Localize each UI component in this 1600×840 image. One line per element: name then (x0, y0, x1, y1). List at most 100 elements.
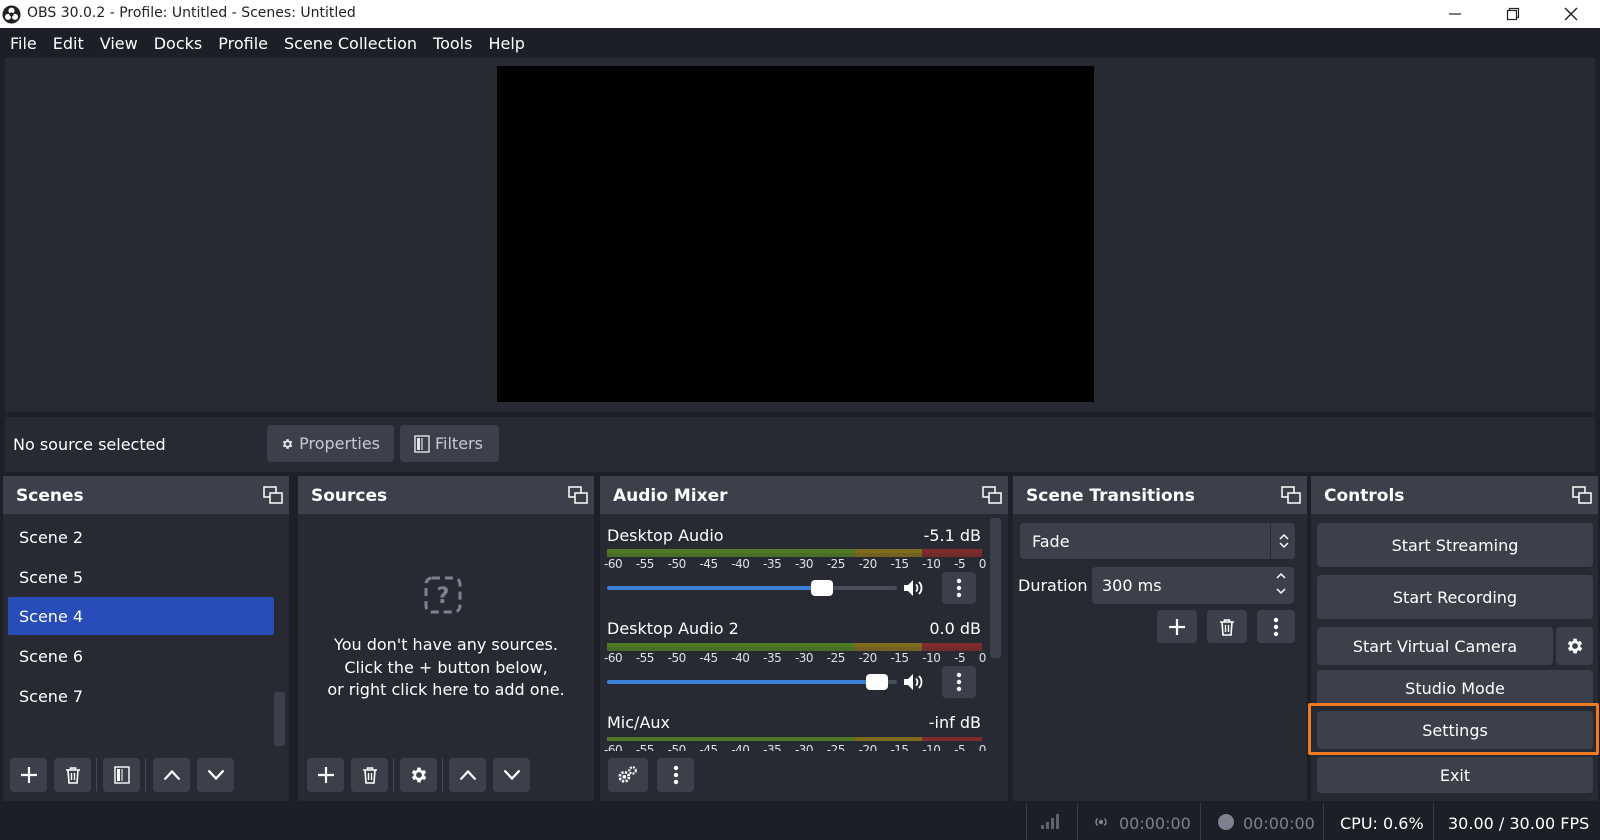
properties-button[interactable]: Properties (267, 425, 394, 462)
studio-mode-button[interactable]: Studio Mode (1317, 670, 1593, 706)
preview-canvas[interactable] (497, 66, 1094, 402)
scene-item-scene-6[interactable]: Scene 6 (8, 637, 274, 675)
filters-label: Filters (435, 434, 483, 453)
chevron-down-icon (207, 769, 224, 781)
undock-icon[interactable] (263, 486, 283, 504)
move-source-down-button[interactable] (493, 758, 530, 792)
scene-item-scene-7[interactable]: Scene 7 (8, 677, 274, 715)
audio-mixer-title: Audio Mixer (613, 486, 728, 506)
meter-tick-label: -45 (699, 557, 718, 571)
scenes-scrollbar[interactable] (274, 692, 285, 746)
trash-icon (65, 767, 80, 784)
meter-tick-label: -5 (954, 743, 966, 751)
undock-icon[interactable] (1281, 486, 1301, 504)
volume-slider[interactable] (607, 674, 897, 690)
status-separator (1077, 803, 1078, 840)
remove-scene-button[interactable] (54, 758, 91, 792)
meter-tick-label: -45 (699, 743, 718, 751)
undock-icon[interactable] (568, 486, 588, 504)
add-scene-button[interactable] (10, 758, 47, 792)
menu-profile[interactable]: Profile (210, 34, 276, 53)
transition-menu-button[interactable] (1257, 610, 1295, 643)
meter-tick-label: -15 (890, 651, 909, 665)
remove-source-button[interactable] (351, 758, 388, 792)
audio-mixer-menu-button[interactable] (657, 758, 694, 792)
toolbar-separator (96, 758, 97, 792)
minimize-button[interactable] (1426, 0, 1484, 28)
exit-button[interactable]: Exit (1317, 757, 1593, 793)
restore-button[interactable] (1484, 0, 1542, 28)
scene-item-scene-5[interactable]: Scene 5 (8, 558, 274, 596)
add-source-button[interactable] (307, 758, 344, 792)
scene-item-scene-4[interactable]: Scene 4 (8, 597, 274, 635)
channel-db: -inf dB (928, 713, 981, 732)
channel-menu-button[interactable] (942, 666, 976, 698)
meter-tick-labels: -60 -55 -50 -45 -40 -35 -30 -25 -20 -15 -10 -5 0 (604, 557, 986, 571)
start-streaming-button[interactable]: Start Streaming (1317, 523, 1593, 567)
spin-down-icon[interactable] (1275, 587, 1287, 596)
scenes-dock-header: Scenes (3, 476, 289, 514)
menu-docks[interactable]: Docks (146, 34, 211, 53)
signal-bars-icon (1041, 814, 1059, 829)
add-transition-button[interactable] (1157, 610, 1197, 643)
meter-tick-label: -50 (667, 743, 687, 751)
meter-tick-label: -20 (858, 651, 878, 665)
start-virtual-camera-button[interactable]: Start Virtual Camera (1317, 627, 1553, 665)
menu-edit[interactable]: Edit (45, 34, 92, 53)
start-recording-button[interactable]: Start Recording (1317, 575, 1593, 619)
status-separator (1433, 803, 1434, 840)
toolbar-separator (145, 758, 146, 792)
close-button[interactable] (1542, 0, 1600, 28)
status-separator (1026, 803, 1027, 840)
remove-transition-button[interactable] (1207, 610, 1247, 643)
source-properties-button[interactable] (400, 758, 437, 792)
meter-tick-label: -25 (826, 557, 846, 571)
move-source-up-button[interactable] (449, 758, 486, 792)
advanced-audio-properties-button[interactable] (608, 758, 648, 792)
menu-scene-collection[interactable]: Scene Collection (276, 34, 425, 53)
virtual-camera-settings-button[interactable] (1556, 627, 1593, 665)
cpu-usage: CPU: 0.6% (1340, 814, 1424, 833)
undock-icon[interactable] (1572, 486, 1592, 504)
speaker-icon[interactable] (902, 578, 926, 598)
meter-tick-label: -45 (699, 651, 718, 665)
move-scene-up-button[interactable] (153, 758, 190, 792)
toolbar-separator (442, 758, 443, 792)
scene-filters-button[interactable] (103, 758, 140, 792)
sources-empty-message[interactable]: You don't have any sources. Click the + … (298, 634, 594, 702)
speaker-icon[interactable] (902, 672, 926, 692)
gear-icon (411, 767, 426, 783)
volume-slider-thumb[interactable] (811, 580, 833, 596)
menu-help[interactable]: Help (480, 34, 532, 53)
meter-tick-label: -30 (794, 743, 814, 751)
menu-file[interactable]: File (2, 34, 45, 53)
undock-icon[interactable] (982, 486, 1002, 504)
chevron-up-icon (459, 769, 476, 781)
meter-tick-label: -40 (731, 743, 750, 751)
menu-tools[interactable]: Tools (425, 34, 480, 53)
settings-button[interactable]: Settings (1317, 711, 1593, 749)
channel-name: Desktop Audio (607, 526, 724, 545)
close-icon (1564, 7, 1578, 21)
scene-item-scene-2[interactable]: Scene 2 (8, 518, 274, 556)
volume-slider[interactable] (607, 580, 897, 596)
duration-spinbox[interactable]: 300 ms (1092, 567, 1294, 604)
transition-select[interactable]: Fade (1020, 523, 1295, 559)
record-timer: 00:00:00 (1243, 814, 1315, 833)
channel-db: 0.0 dB (929, 619, 981, 638)
move-scene-down-button[interactable] (197, 758, 234, 792)
spin-up-icon[interactable] (1275, 571, 1287, 580)
channel-menu-button[interactable] (942, 572, 976, 604)
audio-mixer-dock: Audio Mixer (600, 476, 1008, 801)
filters-button[interactable]: Filters (400, 425, 499, 462)
meter-tick-label: -35 (763, 557, 782, 571)
status-separator (1200, 803, 1201, 840)
question-mark-icon: ? (424, 576, 462, 614)
context-bar: No source selected Properties Filters (5, 417, 1595, 472)
menu-view[interactable]: View (92, 34, 146, 53)
record-status-icon (1218, 814, 1234, 830)
volume-slider-thumb[interactable] (866, 674, 888, 690)
meter-tick-label: -25 (826, 743, 846, 751)
audio-mixer-scrollbar[interactable] (990, 518, 1001, 658)
filter-icon (113, 766, 130, 784)
